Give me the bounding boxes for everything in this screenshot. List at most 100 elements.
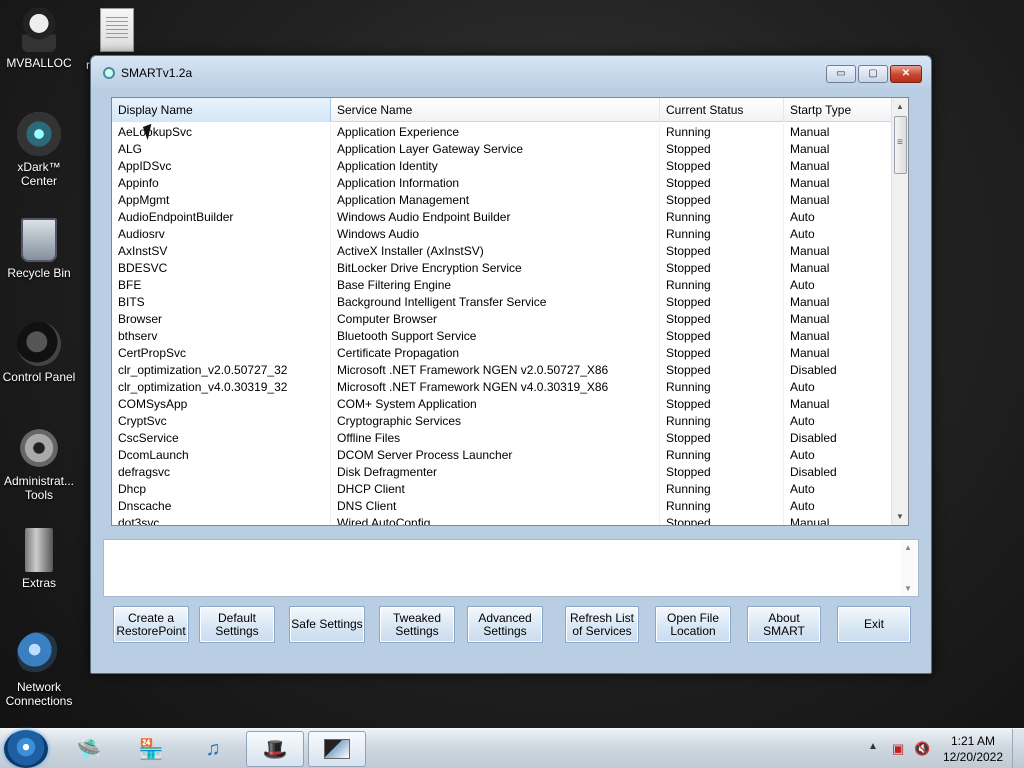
- cell-startup-type: Manual: [790, 312, 830, 326]
- taskbar-smart-app-icon[interactable]: 🎩: [246, 731, 304, 767]
- table-row[interactable]: DcomLaunch DCOM Server Process Launcher Ru…: [112, 447, 891, 464]
- cell-current-status: Running: [660, 209, 784, 226]
- create-restore-point-button[interactable]: Create a RestorePoint: [113, 606, 189, 643]
- cell-startup-type: Disabled: [790, 465, 837, 479]
- desktop-icon-mvballoc[interactable]: MVBALLOC: [0, 8, 78, 70]
- cell-display-name: BDESVC: [112, 260, 331, 277]
- table-row[interactable]: AxInstSV ActiveX Installer (AxInstSV) Stop…: [112, 243, 891, 260]
- taskbar-store-icon[interactable]: 🏪: [122, 731, 180, 767]
- maximize-button[interactable]: ▢: [858, 65, 888, 83]
- cell-display-name: CscService: [112, 430, 331, 447]
- desktop-icon-label: Extras: [21, 576, 56, 590]
- exit-button[interactable]: Exit: [837, 606, 911, 643]
- table-row[interactable]: BITS Background Intelligent Transfer Serv…: [112, 294, 891, 311]
- cell-startup-type: Auto: [790, 227, 815, 241]
- cell-startup-type: Auto: [790, 278, 815, 292]
- table-row[interactable]: Dhcp DHCP Client Running Auto: [112, 481, 891, 498]
- title-bar[interactable]: SMARTv1.2a ▭ ▢ ✕: [91, 56, 931, 88]
- close-button[interactable]: ✕: [890, 65, 922, 83]
- desktop-icon-extras[interactable]: Extras: [0, 528, 78, 590]
- xdark-center-icon: [17, 112, 61, 156]
- table-row[interactable]: defragsvc Disk Defragmenter Stopped Disable…: [112, 464, 891, 481]
- cell-service-name: Computer Browser: [331, 311, 660, 328]
- table-row[interactable]: CscService Offline Files Stopped Disabled: [112, 430, 891, 447]
- safe-settings-button[interactable]: Safe Settings: [289, 606, 365, 643]
- show-desktop-button[interactable]: [1012, 729, 1024, 768]
- cell-service-name: Wired AutoConfig: [331, 515, 660, 525]
- table-row[interactable]: COMSysApp COM+ System Application Stopped M…: [112, 396, 891, 413]
- scroll-up-icon[interactable]: ▲: [892, 98, 908, 115]
- cell-service-name: DHCP Client: [331, 481, 660, 498]
- cell-startup-type: Manual: [790, 159, 830, 173]
- cell-display-name: ALG: [112, 141, 331, 158]
- table-row[interactable]: Dnscache DNS Client Running Auto: [112, 498, 891, 515]
- cell-service-name: Application Experience: [331, 124, 660, 141]
- table-row[interactable]: Audiosrv Windows Audio Running Auto: [112, 226, 891, 243]
- column-header-service-name[interactable]: Service Name: [331, 98, 660, 122]
- taskbar-ufo-icon[interactable]: 🛸: [60, 731, 118, 767]
- table-row[interactable]: AeLookupSvc Application Experience Running…: [112, 124, 891, 141]
- services-list[interactable]: Display Name Service Name Current Status…: [111, 97, 909, 526]
- table-row[interactable]: clr_optimization_v2.0.50727_32 Microsoft …: [112, 362, 891, 379]
- output-textbox[interactable]: [103, 539, 919, 597]
- clock[interactable]: 1:21 AM 12/20/2022: [938, 733, 1008, 765]
- cell-service-name: Microsoft .NET Framework NGEN v4.0.30319…: [331, 379, 660, 396]
- desktop-icon-network-connections[interactable]: Network Connections: [0, 632, 78, 708]
- advanced-settings-button[interactable]: Advanced Settings: [467, 606, 543, 643]
- minimize-button[interactable]: ▭: [826, 65, 856, 83]
- default-settings-button[interactable]: Default Settings: [199, 606, 275, 643]
- refresh-list-button[interactable]: Refresh List of Services: [565, 606, 639, 643]
- table-row[interactable]: AppMgmt Application Management Stopped Manu…: [112, 192, 891, 209]
- table-row[interactable]: AudioEndpointBuilder Windows Audio Endpoi…: [112, 209, 891, 226]
- table-row[interactable]: dot3svc Wired AutoConfig Stopped Manual: [112, 515, 891, 525]
- show-hidden-icons-icon[interactable]: ▲: [868, 741, 878, 752]
- cell-service-name: Certificate Propagation: [331, 345, 660, 362]
- user-icon: [22, 8, 56, 52]
- table-row[interactable]: CertPropSvc Certificate Propagation Stoppe…: [112, 345, 891, 362]
- column-header-startup-type[interactable]: Startp Type: [784, 98, 893, 122]
- cell-current-status: Stopped: [660, 294, 784, 311]
- cell-current-status: Stopped: [660, 430, 784, 447]
- list-header: Display Name Service Name Current Status…: [112, 98, 893, 122]
- table-row[interactable]: ALG Application Layer Gateway Service Stop…: [112, 141, 891, 158]
- cell-display-name: Dhcp: [112, 481, 331, 498]
- table-row[interactable]: BFE Base Filtering Engine Running Auto: [112, 277, 891, 294]
- open-file-location-button[interactable]: Open File Location: [655, 606, 731, 643]
- document-icon[interactable]: [100, 8, 134, 52]
- desktop-icon-control-panel[interactable]: Control Panel: [0, 322, 78, 384]
- table-row[interactable]: AppIDSvc Application Identity Stopped Manua…: [112, 158, 891, 175]
- desktop-icon-recycle-bin[interactable]: Recycle Bin: [0, 218, 78, 280]
- about-smart-button[interactable]: About SMART: [747, 606, 821, 643]
- taskbar-music-icon[interactable]: ♫: [184, 731, 242, 767]
- cell-startup-type: Manual: [790, 516, 830, 525]
- table-row[interactable]: Appinfo Application Information Stopped Man…: [112, 175, 891, 192]
- scroll-down-icon[interactable]: ▼: [892, 508, 908, 525]
- cell-display-name: clr_optimization_v2.0.50727_32: [112, 362, 331, 379]
- scroll-thumb[interactable]: [894, 116, 907, 174]
- cell-display-name: COMSysApp: [112, 396, 331, 413]
- table-row[interactable]: BDESVC BitLocker Drive Encryption Service…: [112, 260, 891, 277]
- cell-display-name: BFE: [112, 277, 331, 294]
- cell-service-name: Windows Audio Endpoint Builder: [331, 209, 660, 226]
- cell-service-name: Application Identity: [331, 158, 660, 175]
- cell-display-name: defragsvc: [112, 464, 331, 481]
- cell-display-name: AppIDSvc: [112, 158, 331, 175]
- cell-service-name: BitLocker Drive Encryption Service: [331, 260, 660, 277]
- desktop-icon-label: Control Panel: [2, 370, 76, 384]
- table-row[interactable]: bthserv Bluetooth Support Service Stopped M…: [112, 328, 891, 345]
- app-icon: [103, 67, 115, 79]
- column-header-display-name[interactable]: Display Name: [112, 98, 331, 122]
- desktop-icon-xdark-center[interactable]: xDark™ Center: [0, 112, 78, 188]
- desktop-icon-admin-tools[interactable]: Administrat... Tools: [0, 426, 78, 502]
- vertical-scrollbar[interactable]: ▲ ▼: [891, 98, 908, 525]
- tweaked-settings-button[interactable]: Tweaked Settings: [379, 606, 455, 643]
- start-button[interactable]: [4, 730, 48, 768]
- table-row[interactable]: clr_optimization_v4.0.30319_32 Microsoft …: [112, 379, 891, 396]
- taskbar-window-icon[interactable]: [308, 731, 366, 767]
- column-header-current-status[interactable]: Current Status: [660, 98, 784, 122]
- cell-startup-type: Auto: [790, 448, 815, 462]
- network-status-icon[interactable]: ▣: [892, 741, 904, 757]
- table-row[interactable]: CryptSvc Cryptographic Services Running Aut…: [112, 413, 891, 430]
- volume-muted-icon[interactable]: 🔇: [914, 741, 930, 757]
- table-row[interactable]: Browser Computer Browser Stopped Manual: [112, 311, 891, 328]
